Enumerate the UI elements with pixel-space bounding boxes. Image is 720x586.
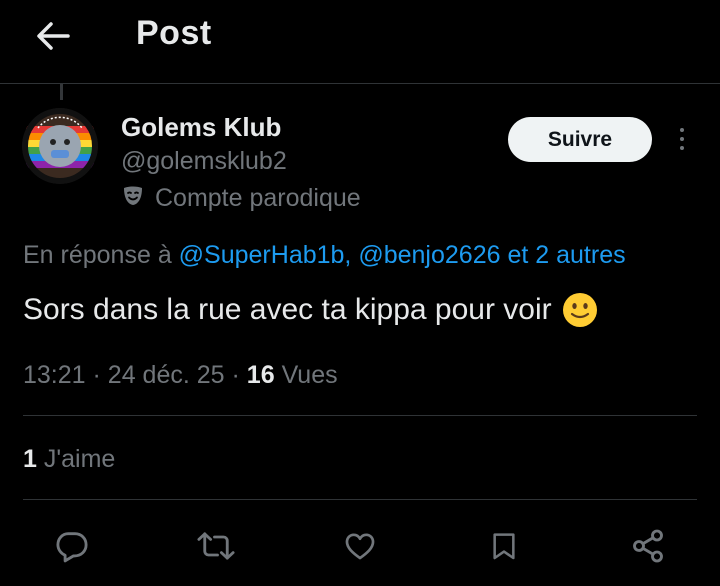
top-bar: Post xyxy=(0,0,720,84)
views-count: 16 xyxy=(246,361,275,389)
repost-icon[interactable] xyxy=(196,526,236,566)
page-title: Post xyxy=(136,14,212,52)
likes-label: J'aime xyxy=(43,445,116,473)
share-icon[interactable] xyxy=(628,526,668,566)
reply-context: En réponse à @SuperHab1b, @benjo2626 et … xyxy=(23,241,626,270)
slightly-smiling-face-icon xyxy=(562,292,598,328)
back-arrow-icon[interactable] xyxy=(34,17,72,55)
reply-prefix: En réponse à xyxy=(23,241,172,269)
divider xyxy=(23,415,697,416)
divider xyxy=(23,499,697,500)
mention-link[interactable]: @benjo2626 xyxy=(358,241,500,269)
tweet-text: Sors dans la rue avec ta kippa pour voir xyxy=(23,292,598,328)
tweet-meta: 13:21 · 24 déc. 25 · 16 Vues xyxy=(23,361,338,389)
thread-connector-line xyxy=(60,84,63,100)
likes-summary[interactable]: 1 J'aime xyxy=(23,445,115,474)
tweet-body: Sors dans la rue avec ta kippa pour voir xyxy=(23,293,552,326)
author-name[interactable]: Golems Klub xyxy=(121,112,281,143)
likes-count: 1 xyxy=(23,445,37,473)
follow-button[interactable]: Suivre xyxy=(508,117,652,162)
mention-link[interactable]: @SuperHab1b, xyxy=(179,241,352,269)
parody-badge: Compte parodique xyxy=(121,184,361,213)
bookmark-icon[interactable] xyxy=(484,526,524,566)
avatar[interactable] xyxy=(22,108,98,184)
theater-mask-icon xyxy=(121,184,145,213)
parody-label: Compte parodique xyxy=(155,184,361,212)
tweet-time[interactable]: 13:21 xyxy=(23,361,86,389)
more-options-icon[interactable] xyxy=(670,124,694,154)
others-link[interactable]: et 2 autres xyxy=(507,241,625,269)
views-label: Vues xyxy=(281,361,338,389)
reply-icon[interactable] xyxy=(52,526,92,566)
tweet-date[interactable]: 24 déc. 25 xyxy=(108,361,225,389)
author-handle[interactable]: @golemsklub2 xyxy=(121,147,287,176)
like-icon[interactable] xyxy=(340,526,380,566)
